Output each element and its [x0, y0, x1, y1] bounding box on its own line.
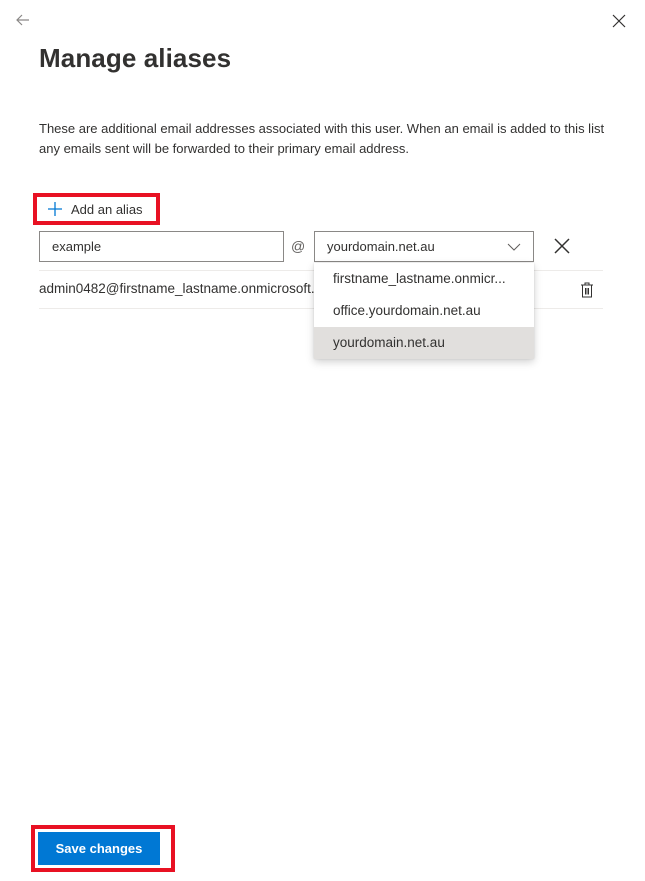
close-icon	[612, 14, 626, 28]
alias-email: admin0482@firstname_lastname.onmicrosoft…	[39, 281, 315, 296]
alias-username-input[interactable]	[39, 231, 284, 262]
close-panel-button[interactable]	[610, 12, 628, 30]
save-changes-button[interactable]: Save changes	[38, 832, 160, 865]
trash-icon	[581, 282, 593, 298]
arrow-left-icon	[16, 14, 29, 26]
delete-alias-button[interactable]	[579, 281, 595, 299]
domain-option[interactable]: office.yourdomain.net.au	[314, 295, 534, 327]
add-alias-button[interactable]: Add an alias	[33, 193, 160, 225]
domain-option-selected[interactable]: yourdomain.net.au	[314, 327, 534, 359]
page-title: Manage aliases	[39, 43, 232, 73]
at-symbol: @	[291, 238, 306, 254]
back-button[interactable]	[14, 11, 32, 29]
domain-selected-value: yourdomain.net.au	[327, 239, 435, 254]
domain-dropdown-menu: firstname_lastname.onmicr... office.your…	[314, 263, 534, 359]
domain-dropdown[interactable]: yourdomain.net.au	[314, 231, 534, 262]
add-alias-label: Add an alias	[71, 201, 143, 217]
chevron-down-icon	[507, 243, 521, 251]
cancel-new-alias-button[interactable]	[553, 237, 571, 255]
description-text: These are additional email addresses ass…	[39, 121, 605, 156]
save-highlight: Save changes	[31, 825, 175, 872]
domain-option[interactable]: firstname_lastname.onmicr...	[314, 263, 534, 295]
close-icon	[554, 238, 570, 254]
plus-icon	[48, 202, 62, 216]
